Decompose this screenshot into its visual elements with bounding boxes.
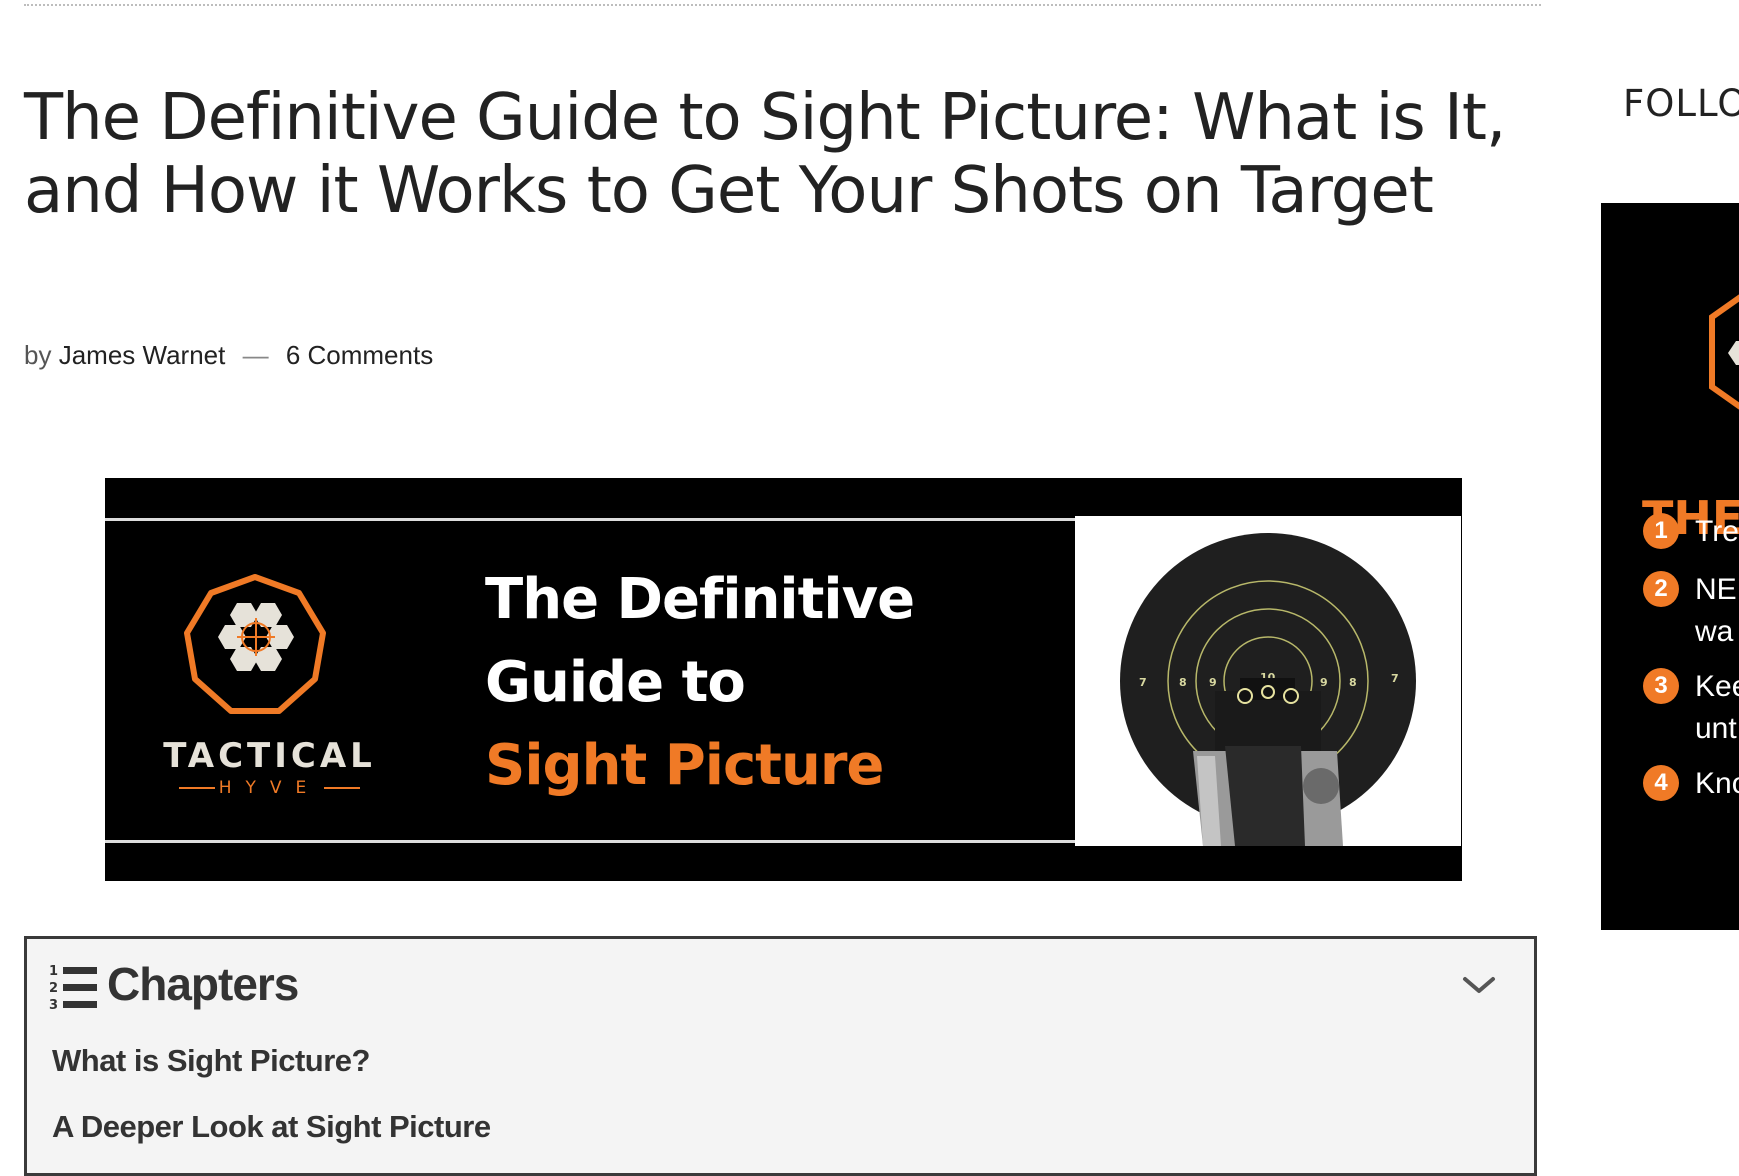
banner-headline-3: Sight Picture: [485, 733, 884, 798]
svg-text:2: 2: [49, 981, 58, 996]
banner-rule-top: [105, 518, 1075, 521]
top-divider: [24, 4, 1541, 6]
svg-text:1: 1: [49, 964, 58, 979]
ad-item-text: Kno: [1695, 767, 1739, 800]
numbered-list-icon: 1 2 3: [49, 964, 97, 1013]
ad-item-text: NE wa: [1695, 569, 1737, 653]
target-ring-number: 9: [1209, 676, 1217, 689]
ad-item-line: wa: [1695, 615, 1734, 648]
tactical-hyve-logo-icon: [1709, 294, 1739, 410]
ad-number-badge: 4: [1643, 765, 1679, 801]
chapter-item[interactable]: A Deeper Look at Sight Picture: [52, 1109, 491, 1175]
chapter-item[interactable]: What is Sight Picture?: [52, 1043, 491, 1109]
target-sight-photo: 7 8 9 10 9 8 7: [1075, 516, 1461, 846]
banner-headline-2: Guide to: [485, 650, 746, 715]
chevron-down-icon[interactable]: [1462, 975, 1496, 995]
sidebar-follow-heading: FOLLO: [1623, 82, 1739, 125]
chapters-list: What is Sight Picture? A Deeper Look at …: [52, 1043, 491, 1175]
target-ring-number: 7: [1391, 672, 1399, 685]
banner-rule-bottom: [105, 840, 1075, 843]
ad-number-badge: 3: [1643, 668, 1679, 704]
byline-prefix: by: [24, 340, 52, 370]
ad-item-line: unt: [1695, 712, 1737, 745]
chapter-link[interactable]: A Deeper Look at Sight Picture: [52, 1109, 491, 1144]
sidebar-ad[interactable]: THE 1 Tre 2 NE wa 3 Kee unt 4 Kno: [1601, 203, 1739, 930]
chapters-toc: 1 2 3 Chapters What is Sight Picture? A De…: [24, 936, 1537, 1176]
ad-item-line: NE: [1695, 573, 1737, 606]
target-ring-number: 7: [1139, 676, 1147, 689]
ad-item-text: Tre: [1695, 515, 1739, 548]
banner-brand: TACTICAL: [163, 736, 376, 776]
banner-brand-sub: HYVE: [127, 778, 412, 798]
ad-number-badge: 1: [1643, 513, 1679, 549]
byline-separator: —: [242, 340, 269, 370]
chapter-link[interactable]: What is Sight Picture?: [52, 1043, 370, 1078]
target-ring-number: 9: [1320, 676, 1328, 689]
target-ring-number: 8: [1179, 676, 1187, 689]
author-link[interactable]: James Warnet: [59, 340, 226, 370]
ad-number-badge: 2: [1643, 571, 1679, 607]
featured-banner-image: TACTICAL HYVE The Definitive Guide to Si…: [105, 478, 1462, 881]
target-ring-number: 8: [1349, 676, 1357, 689]
ad-item-text: Kee unt: [1695, 666, 1739, 750]
ad-item-line: Kee: [1695, 670, 1739, 703]
tactical-hyve-logo-icon: [184, 574, 326, 714]
banner-headline-1: The Definitive: [485, 567, 915, 632]
target-illustration-icon: 7 8 9 10 9 8 7: [1120, 533, 1416, 846]
chapters-title: Chapters: [107, 958, 299, 1010]
svg-text:3: 3: [49, 998, 58, 1013]
byline: by James Warnet — 6 Comments: [24, 340, 433, 371]
comments-link[interactable]: 6 Comments: [286, 340, 433, 370]
article-title: The Definitive Guide to Sight Picture: W…: [24, 81, 1506, 228]
